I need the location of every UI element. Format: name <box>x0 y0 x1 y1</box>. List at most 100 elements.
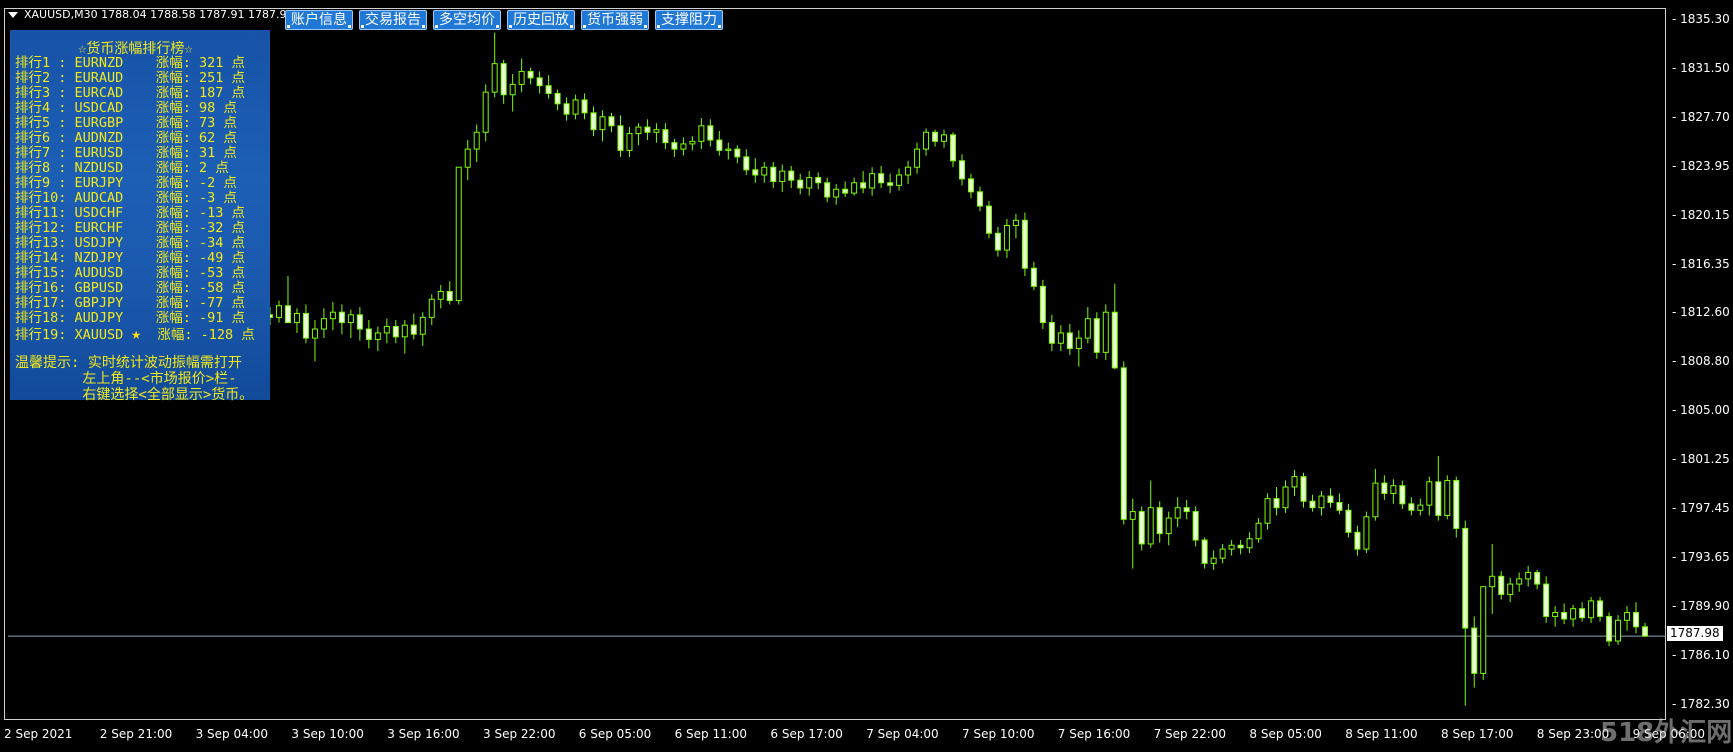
support-resistance-button[interactable]: 支撑阻力 <box>655 10 723 30</box>
candle-body <box>1444 480 1451 516</box>
candle-body <box>1489 575 1496 588</box>
candle <box>932 129 939 147</box>
candle-body <box>941 134 948 142</box>
candle-body <box>851 182 858 194</box>
candle-body <box>815 177 822 184</box>
candle <box>878 165 885 188</box>
candle <box>1444 475 1451 520</box>
candle-body <box>284 305 291 324</box>
candle <box>788 165 795 188</box>
candle-body <box>365 328 372 340</box>
candle-body <box>950 134 957 162</box>
candle <box>1408 497 1415 516</box>
candle <box>1201 537 1208 569</box>
long-short-avg-button[interactable]: 多空均价 <box>433 10 501 30</box>
candle-body <box>1624 612 1631 621</box>
candle <box>967 173 974 199</box>
candle <box>680 137 687 156</box>
candle <box>1507 577 1514 603</box>
candle <box>1642 622 1648 638</box>
trade-report-button[interactable]: 交易报告 <box>359 10 427 30</box>
candle <box>1498 571 1505 600</box>
candle <box>1237 540 1244 555</box>
candle <box>842 181 849 198</box>
candle <box>338 304 345 335</box>
candle <box>1246 532 1253 554</box>
candle-body <box>590 112 597 131</box>
candle <box>1264 493 1271 530</box>
candle <box>824 177 831 203</box>
candle <box>662 123 669 150</box>
candle <box>752 158 759 183</box>
candle-body <box>1291 476 1298 488</box>
candle <box>743 149 750 175</box>
history-replay-button[interactable]: 历史回放 <box>507 10 575 30</box>
candle-body <box>1273 498 1280 509</box>
candle <box>1354 525 1361 556</box>
candle <box>563 97 570 121</box>
candle-body <box>1183 507 1190 513</box>
candle-body <box>958 160 965 180</box>
candle <box>1282 480 1289 513</box>
candle <box>1390 479 1397 504</box>
time-tick-label: 7 Sep 10:00 <box>962 727 1035 741</box>
candle <box>1228 540 1235 556</box>
time-tick-label: 2 Sep 21:00 <box>99 727 173 741</box>
dropdown-caret-icon[interactable] <box>8 12 18 18</box>
candle <box>1363 511 1370 554</box>
candle-body <box>1597 600 1604 617</box>
candle <box>1435 455 1442 521</box>
candle-body <box>1039 285 1046 324</box>
candle-body <box>1138 511 1145 545</box>
candle-body <box>1246 538 1253 549</box>
candle-body <box>1255 522 1262 540</box>
current-price-label: 1787.98 <box>1667 626 1723 641</box>
price-tick-label: - 1835.30 <box>1672 12 1730 26</box>
candle <box>1534 569 1541 590</box>
time-tick-label: 8 Sep 23:00 <box>1536 727 1610 741</box>
candle-body <box>518 70 525 85</box>
candle-body <box>419 316 426 335</box>
candle-body <box>410 324 417 335</box>
candle <box>275 300 282 323</box>
candle <box>428 294 435 326</box>
candle <box>1075 330 1082 367</box>
candle-body <box>1453 480 1460 529</box>
account-info-button[interactable]: 账户信息 <box>285 10 353 30</box>
candle <box>914 142 921 174</box>
candle-body <box>464 148 471 168</box>
candle <box>1318 490 1325 516</box>
candle-body <box>734 148 741 158</box>
candle-body <box>482 91 489 133</box>
candle <box>617 115 624 157</box>
candle-body <box>1633 612 1640 628</box>
candle <box>869 167 876 196</box>
candle <box>1381 475 1388 500</box>
candle <box>1165 511 1172 546</box>
candle-body <box>1318 495 1325 509</box>
candle <box>491 32 498 98</box>
candle-body <box>1165 517 1172 535</box>
candle <box>1057 325 1064 352</box>
candle <box>473 124 480 163</box>
currency-strength-button[interactable]: 货币强弱 <box>581 10 649 30</box>
candle <box>302 304 309 344</box>
rank-row-current: 排行19: XAUUSD ★ 涨幅: -128 点 <box>15 324 255 343</box>
candle <box>833 184 840 205</box>
candle-body <box>1372 482 1379 518</box>
candle <box>851 177 858 196</box>
candle <box>1255 518 1262 543</box>
candle <box>1093 312 1100 359</box>
star-icon: ★ <box>131 324 142 343</box>
candle <box>923 128 930 156</box>
candle-body <box>338 311 345 324</box>
candle <box>1156 501 1163 543</box>
candle-body <box>455 166 462 302</box>
candle <box>590 106 597 137</box>
candle-body <box>554 92 561 105</box>
candle-body <box>994 232 1001 251</box>
time-tick-label: 7 Sep 04:00 <box>866 727 939 741</box>
candle-body <box>1093 318 1100 353</box>
candle-body <box>1048 322 1055 344</box>
time-tick-label: 3 Sep 16:00 <box>387 727 460 741</box>
